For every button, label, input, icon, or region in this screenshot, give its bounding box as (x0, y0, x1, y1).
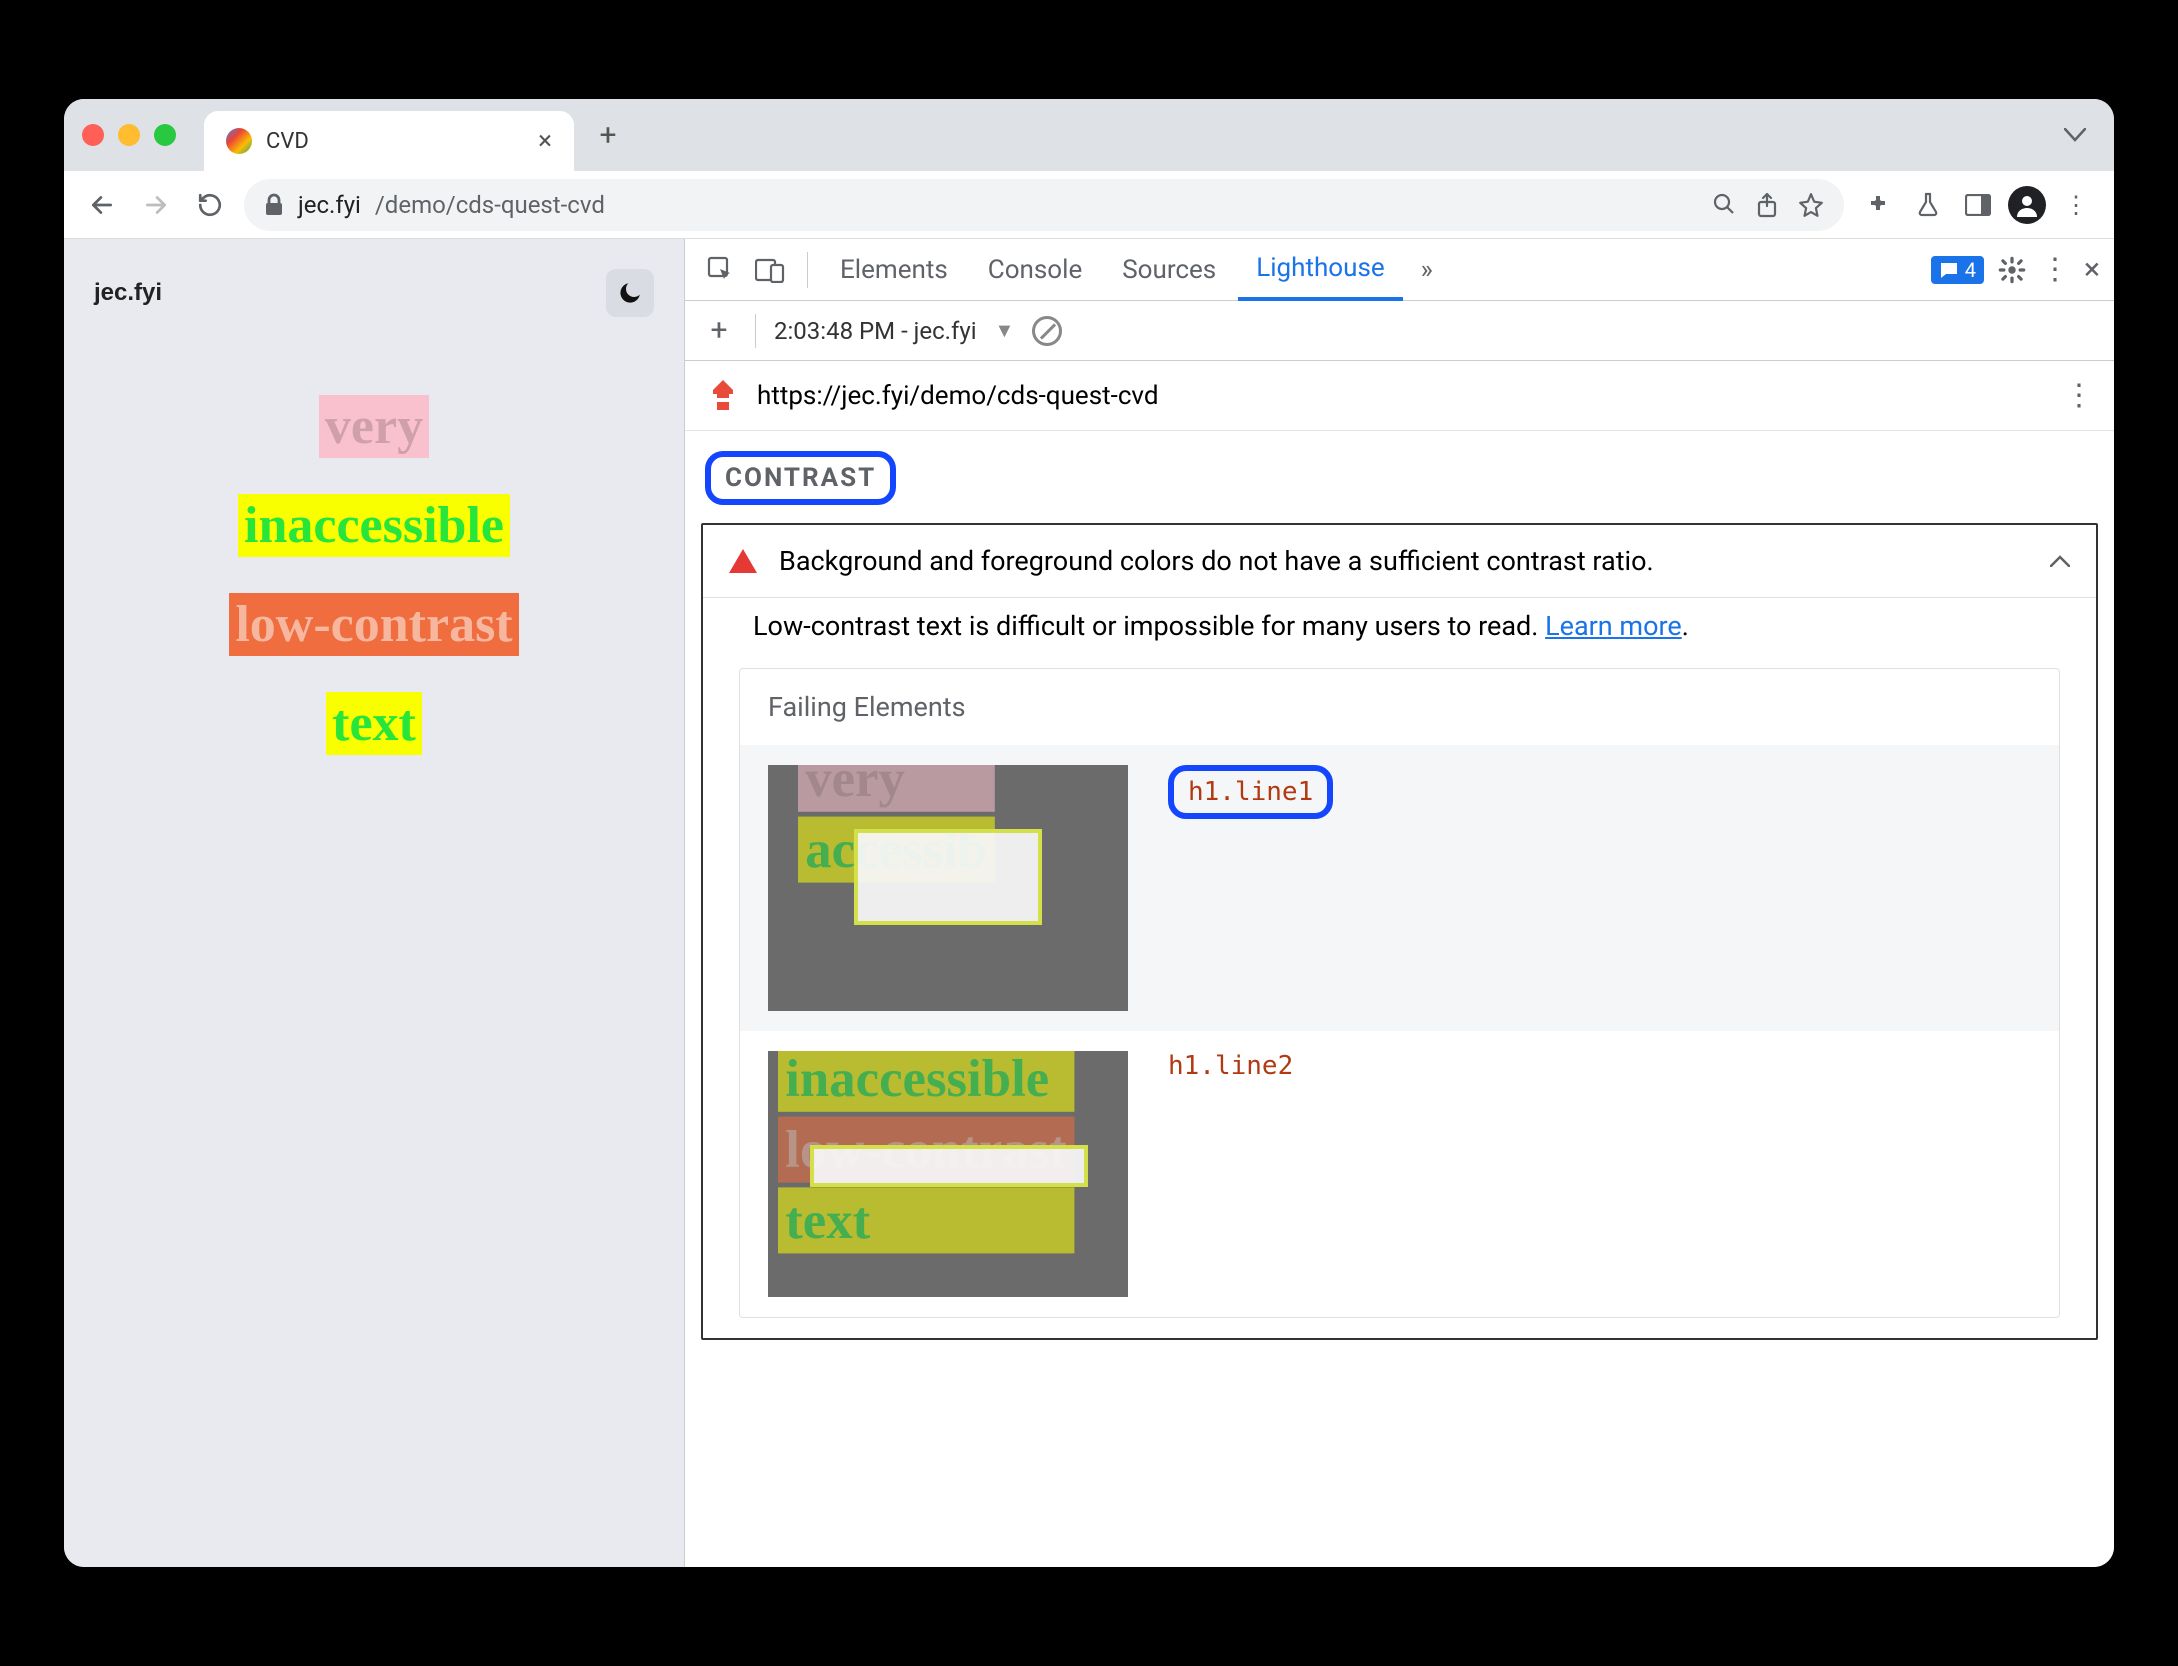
lighthouse-report-menu[interactable]: ⋮ (2064, 378, 2092, 413)
inspect-icon[interactable] (699, 256, 743, 284)
tabs-more-icon[interactable]: » (1407, 255, 1447, 285)
demo-line-4: text (326, 692, 422, 755)
element-selector: h1.line2 (1168, 1051, 1293, 1081)
failing-elements-title: Failing Elements (740, 669, 2059, 745)
profile-avatar[interactable] (2008, 186, 2046, 224)
audit-header[interactable]: Background and foreground colors do not … (703, 525, 2096, 597)
device-toggle-icon[interactable] (747, 257, 793, 283)
search-icon[interactable] (1712, 192, 1736, 218)
lighthouse-report-select[interactable]: 2:03:48 PM - jec.fyi (774, 317, 977, 345)
moon-icon (617, 280, 643, 306)
lighthouse-body: CONTRAST Background and foreground color… (685, 431, 2114, 1567)
reload-button[interactable] (190, 185, 230, 225)
address-bar[interactable]: jec.fyi/demo/cds-quest-cvd (244, 179, 1844, 231)
lighthouse-toolbar: + 2:03:48 PM - jec.fyi ▼ (685, 301, 2114, 361)
share-icon[interactable] (1756, 192, 1778, 218)
new-tab-button[interactable]: + (588, 118, 628, 153)
tab-strip: CVD × + (64, 99, 2114, 171)
theme-toggle-button[interactable] (606, 269, 654, 317)
content-row: jec.fyi very inaccessible low-contrast t… (64, 239, 2114, 1567)
toolbar-icons: ⋮ (1858, 185, 2096, 225)
element-thumbnail: inaccessible low-contrast text (768, 1051, 1128, 1297)
address-bar-row: jec.fyi/demo/cds-quest-cvd ⋮ (64, 171, 2114, 239)
window-close-button[interactable] (82, 124, 104, 146)
devtools-menu-icon[interactable]: ⋮ (2040, 252, 2070, 287)
traffic-lights (82, 124, 176, 146)
lighthouse-icon (707, 376, 739, 416)
url-host: jec.fyi (298, 191, 361, 219)
failing-element-row[interactable]: inaccessible low-contrast text h1.line2 (740, 1031, 2059, 1317)
lighthouse-url: https://jec.fyi/demo/cds-quest-cvd (757, 381, 1159, 411)
audit-description: Low-contrast text is difficult or imposs… (703, 597, 2096, 668)
collapse-icon[interactable] (2050, 555, 2070, 567)
sidepanel-icon[interactable] (1958, 185, 1998, 225)
extensions-icon[interactable] (1858, 185, 1898, 225)
window-minimize-button[interactable] (118, 124, 140, 146)
tab-close-button[interactable]: × (538, 126, 552, 156)
lock-icon (264, 193, 284, 217)
contrast-section-label: CONTRAST (705, 451, 896, 505)
site-title: jec.fyi (94, 279, 162, 307)
issues-count: 4 (1965, 258, 1976, 282)
failing-elements-box: Failing Elements very accessib h1.line1 (739, 668, 2060, 1318)
demo-line-2: inaccessible (238, 494, 510, 557)
url-path: /demo/cds-quest-cvd (375, 191, 605, 219)
tab-console[interactable]: Console (970, 239, 1100, 301)
audit-title: Background and foreground colors do not … (779, 545, 1654, 577)
browser-window: CVD × + jec.fyi/demo/cds-quest-cvd (64, 99, 2114, 1567)
bookmark-icon[interactable] (1798, 192, 1824, 218)
learn-more-link[interactable]: Learn more (1545, 610, 1682, 642)
settings-icon[interactable] (1998, 256, 2026, 284)
window-maximize-button[interactable] (154, 124, 176, 146)
lighthouse-url-row: https://jec.fyi/demo/cds-quest-cvd ⋮ (685, 361, 2114, 431)
tab-sources[interactable]: Sources (1104, 239, 1234, 301)
clear-icon[interactable] (1032, 316, 1062, 346)
tab-title: CVD (266, 129, 309, 154)
browser-tab[interactable]: CVD × (204, 111, 574, 171)
tabs-overflow-button[interactable] (2064, 128, 2096, 142)
element-selector: h1.line1 (1168, 765, 1333, 819)
tab-favicon (226, 128, 252, 154)
dropdown-icon[interactable]: ▼ (995, 318, 1015, 343)
demo-text: very inaccessible low-contrast text (94, 377, 654, 773)
lighthouse-new-report-button[interactable]: + (701, 313, 737, 348)
devtools-panel: Elements Console Sources Lighthouse » 4 … (684, 239, 2114, 1567)
browser-menu-button[interactable]: ⋮ (2056, 185, 2096, 225)
issues-icon (1939, 261, 1959, 279)
failing-element-row[interactable]: very accessib h1.line1 (740, 745, 2059, 1031)
demo-line-1: very (319, 395, 429, 458)
devtools-close-icon[interactable]: × (2084, 252, 2100, 287)
audit-item: Background and foreground colors do not … (701, 523, 2098, 1340)
rendered-page: jec.fyi very inaccessible low-contrast t… (64, 239, 684, 1567)
warning-icon (729, 549, 757, 573)
demo-line-3: low-contrast (229, 593, 518, 656)
labs-icon[interactable] (1908, 185, 1948, 225)
issues-badge[interactable]: 4 (1931, 256, 1984, 284)
tab-lighthouse[interactable]: Lighthouse (1238, 239, 1402, 301)
forward-button[interactable] (136, 185, 176, 225)
back-button[interactable] (82, 185, 122, 225)
element-thumbnail: very accessib (768, 765, 1128, 1011)
tab-elements[interactable]: Elements (822, 239, 966, 301)
devtools-tab-bar: Elements Console Sources Lighthouse » 4 … (685, 239, 2114, 301)
